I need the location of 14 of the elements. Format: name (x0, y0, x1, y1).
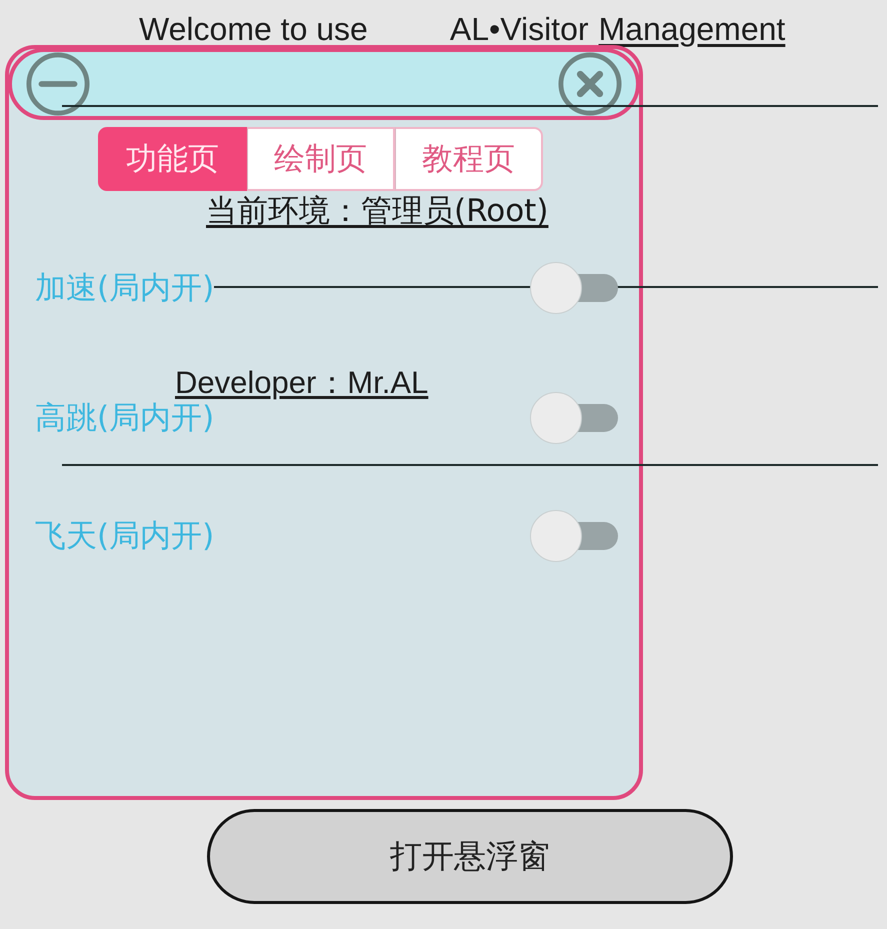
app-name-text: AL•Visitor (450, 11, 589, 48)
minimize-icon[interactable] (26, 52, 90, 116)
tab[interactable]: 教程页 (395, 127, 543, 191)
developer-text: Developer：Mr.AL (175, 366, 428, 400)
welcome-text: Welcome to use (139, 11, 368, 48)
toggle-switch[interactable] (530, 392, 618, 444)
tab[interactable]: 功能页 (98, 127, 247, 191)
close-icon[interactable] (558, 52, 622, 116)
toggle-switch[interactable] (530, 262, 618, 314)
tab[interactable]: 绘制页 (247, 127, 395, 191)
open-floating-window-button[interactable]: 打开悬浮窗 (207, 809, 733, 904)
environment-text: 当前环境：管理员(Root) (206, 193, 548, 229)
toggle-switch[interactable] (530, 510, 618, 562)
app-name-text: Management (598, 11, 786, 48)
